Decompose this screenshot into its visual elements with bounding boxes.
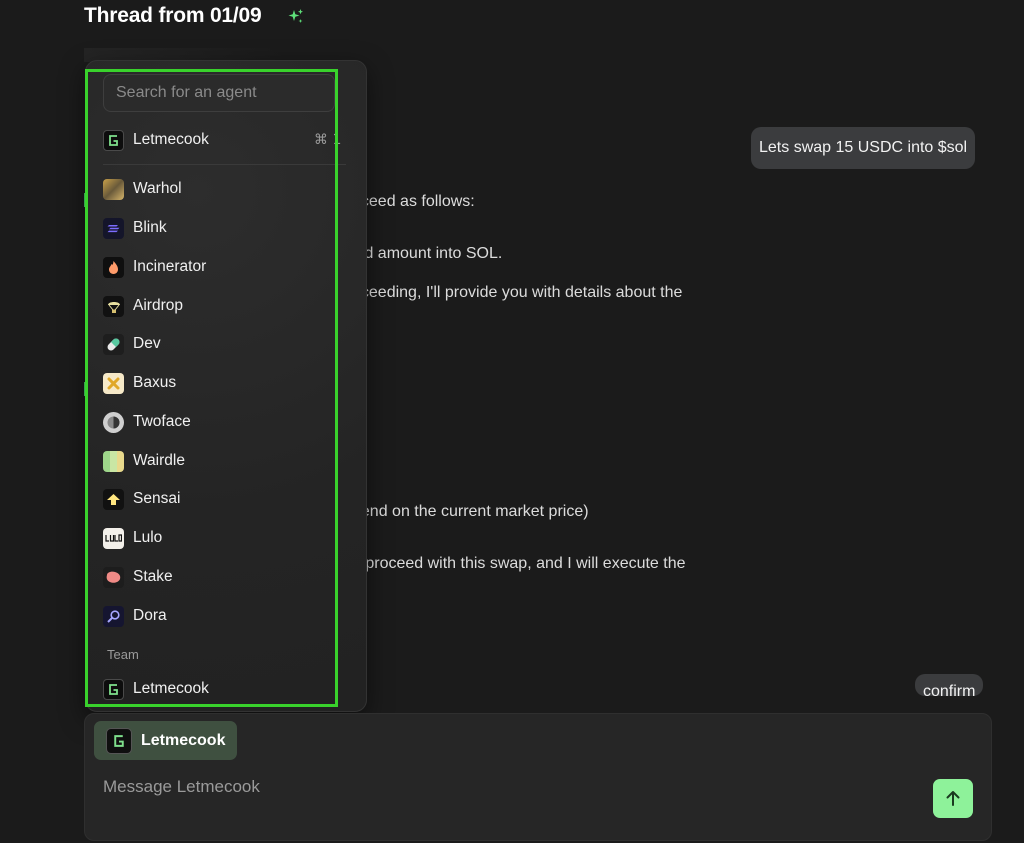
message-input[interactable] <box>103 775 903 799</box>
selected-agent-chip[interactable]: Letmecook <box>94 721 238 760</box>
letmecook-icon <box>103 678 124 700</box>
agent-item-label: Sensai <box>133 490 181 507</box>
agent-item-lulo[interactable]: Lulo <box>103 524 333 552</box>
assistant-text-line: o proceed with this swap, and I will exe… <box>352 555 686 572</box>
agent-item-label: Letmecook <box>133 131 209 148</box>
agent-item-dev[interactable]: Dev <box>103 330 333 358</box>
agent-item-label: Blink <box>133 219 167 236</box>
agent-search-input[interactable] <box>103 74 335 112</box>
agent-item-blink[interactable]: Blink <box>103 214 333 242</box>
agent-item-dora[interactable]: Dora <box>103 602 333 630</box>
agent-item-label: Baxus <box>133 374 177 391</box>
selected-agent-label: Letmecook <box>141 731 226 749</box>
incinerator-icon <box>103 256 124 278</box>
keyboard-shortcut: ⌘ 1 <box>314 132 342 148</box>
agent-item-label: Stake <box>133 568 173 585</box>
agent-item-twoface[interactable]: Twoface <box>103 408 333 436</box>
agent-item-sensai[interactable]: Sensai <box>103 485 333 513</box>
sparkle-icon[interactable] <box>287 8 305 26</box>
page-title: Thread from 01/09 <box>84 4 262 27</box>
agent-item-label: Warhol <box>133 180 182 197</box>
user-message: Lets swap 15 USDC into $sol <box>751 127 976 169</box>
agent-item-label: Wairdle <box>133 452 185 469</box>
user-message: confirm <box>915 674 984 696</box>
sensai-icon <box>103 488 124 510</box>
arrow-up-icon <box>946 791 960 806</box>
agent-item-airdrop[interactable]: Airdrop <box>103 292 333 320</box>
stake-icon <box>103 566 124 588</box>
wairdle-icon <box>103 450 124 472</box>
agent-item-label: Lulo <box>133 529 163 546</box>
assistant-text-line: oceed as follows: <box>352 193 475 210</box>
agent-item-label: Letmecook <box>133 680 209 697</box>
dora-icon <box>103 605 124 627</box>
letmecook-icon <box>106 727 132 754</box>
letmecook-icon <box>103 129 124 151</box>
menu-divider <box>103 164 346 165</box>
dev-icon <box>103 333 124 355</box>
agent-item-team-letmecook[interactable]: Letmecook <box>103 675 333 703</box>
agent-item-warhol[interactable]: Warhol <box>103 175 333 203</box>
baxus-icon <box>103 372 124 394</box>
lulo-icon <box>103 527 124 549</box>
send-button[interactable] <box>933 779 973 818</box>
agent-item-label: Twoface <box>133 413 191 430</box>
assistant-text-line: ied amount into SOL. <box>352 245 503 262</box>
agent-item-label: Dora <box>133 607 167 624</box>
assistant-text-line: oceeding, I'll provide you with details … <box>352 284 683 301</box>
team-section-label: Team <box>107 647 139 662</box>
agent-item-wairdle[interactable]: Wairdle <box>103 447 333 475</box>
agent-item-stake[interactable]: Stake <box>103 563 333 591</box>
assistant-text-line: pend on the current market price) <box>352 503 589 520</box>
blink-icon <box>103 217 124 239</box>
agent-item-label: Dev <box>133 335 161 352</box>
warhol-icon <box>103 178 124 200</box>
agent-item-baxus[interactable]: Baxus <box>103 369 333 397</box>
airdrop-icon <box>103 295 124 317</box>
agent-item-letmecook[interactable]: Letmecook <box>103 126 333 154</box>
agent-item-incinerator[interactable]: Incinerator <box>103 253 333 281</box>
agent-item-label: Incinerator <box>133 258 207 275</box>
agent-item-label: Airdrop <box>133 297 183 314</box>
twoface-icon <box>103 411 124 433</box>
